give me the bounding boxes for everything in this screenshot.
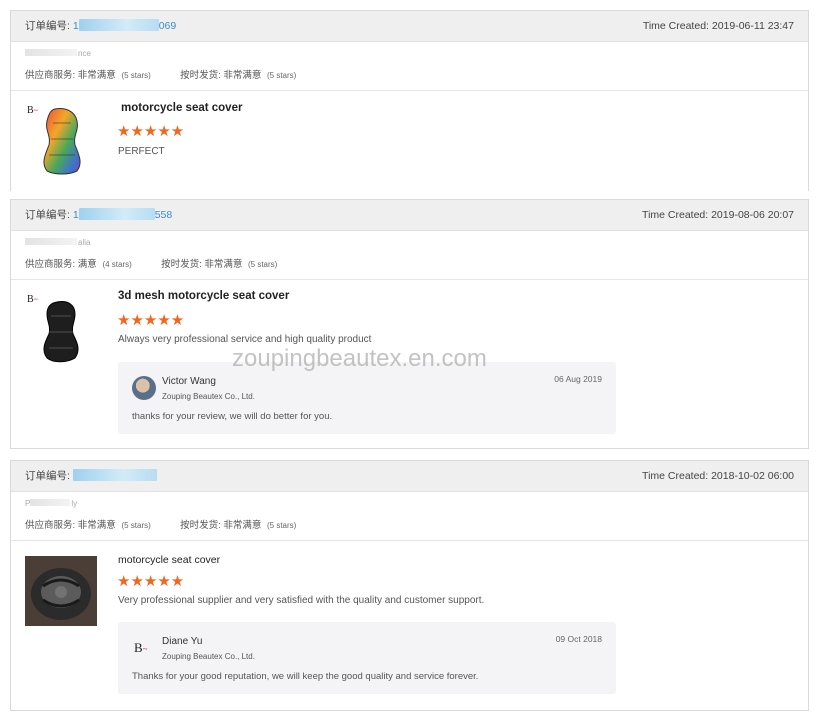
order-header: 订单编号: 1 069 Time Created: 2019-06-11 23:4… — [11, 11, 808, 42]
brand-logo-icon: B~ — [27, 105, 38, 116]
review-text: Very professional supplier and very sati… — [118, 595, 485, 606]
product-thumbnail[interactable] — [25, 556, 97, 626]
reply-company: Zouping Beautex Co., Ltd. — [162, 392, 255, 401]
order-number: 订单编号: 1 069 — [25, 19, 177, 32]
review-card: 订单编号: 1 069 Time Created: 2019-06-11 23:4… — [10, 10, 809, 191]
redacted-blur — [78, 208, 155, 220]
star-rating: ★★★★★ — [117, 312, 185, 329]
seat-cover-photo — [25, 556, 97, 626]
review-card: 订单编号: 1 558 Time Created: 2019-08-06 20:0… — [10, 199, 809, 449]
product-title[interactable]: motorcycle seat cover — [118, 554, 220, 566]
brand-logo-icon: B~ — [27, 294, 38, 305]
redacted-blur — [78, 19, 159, 31]
supplier-reply: Victor Wang Zouping Beautex Co., Ltd. 06… — [118, 362, 616, 434]
reply-text: Thanks for your good reputation, we will… — [132, 671, 479, 682]
reply-author: Diane Yu — [162, 636, 203, 647]
order-header: 订单编号: 1 558 Time Created: 2019-08-06 20:0… — [11, 200, 808, 231]
buyer-country: alia — [25, 238, 90, 247]
reply-date: 09 Oct 2018 — [555, 634, 602, 644]
time-created: Time Created: 2018-10-02 06:00 — [642, 470, 794, 482]
product-thumbnail[interactable]: B~ — [25, 292, 97, 366]
order-header: 订单编号: Time Created: 2018-10-02 06:00 — [11, 461, 808, 492]
redacted-blur — [25, 49, 77, 56]
order-id-link[interactable] — [72, 469, 157, 482]
review-card: 订单编号: Time Created: 2018-10-02 06:00 Ply… — [10, 460, 809, 711]
supplier-ratings: 供应商服务: 非常满意 (5 stars) 按时发货: 非常满意 (5 star… — [25, 70, 297, 81]
review-text: PERFECT — [118, 146, 165, 157]
supplier-ratings: 供应商服务: 满意 (4 stars) 按时发货: 非常满意 (5 stars) — [25, 259, 278, 270]
reply-date: 06 Aug 2019 — [554, 374, 602, 384]
time-created: Time Created: 2019-06-11 23:47 — [642, 20, 794, 32]
product-thumbnail[interactable]: B~ — [25, 103, 97, 177]
time-created: Time Created: 2019-08-06 20:07 — [642, 209, 794, 221]
order-number: 订单编号: 1 558 — [25, 208, 173, 221]
review-text: Always very professional service and hig… — [118, 334, 372, 345]
avatar — [132, 376, 156, 400]
product-title[interactable]: 3d mesh motorcycle seat cover — [118, 290, 289, 302]
redacted-blur — [30, 499, 71, 506]
redacted-blur — [25, 238, 77, 245]
buyer-country: Ply — [25, 499, 78, 508]
order-id-link[interactable]: 1 069 — [73, 19, 176, 32]
star-rating: ★★★★★ — [117, 123, 185, 140]
company-logo-icon: B~ — [134, 640, 148, 655]
product-title[interactable]: motorcycle seat cover — [121, 102, 242, 114]
reply-text: thanks for your review, we will do bette… — [132, 411, 333, 422]
reply-company: Zouping Beautex Co., Ltd. — [162, 652, 255, 661]
star-rating: ★★★★★ — [117, 573, 185, 590]
supplier-reply: B~ Diane Yu Zouping Beautex Co., Ltd. 09… — [118, 622, 616, 694]
reply-author: Victor Wang — [162, 376, 216, 387]
supplier-ratings: 供应商服务: 非常满意 (5 stars) 按时发货: 非常满意 (5 star… — [25, 520, 297, 531]
order-number: 订单编号: — [25, 461, 157, 491]
buyer-country: nce — [25, 49, 91, 58]
order-id-link[interactable]: 1 558 — [73, 208, 172, 221]
redacted-blur — [72, 469, 157, 481]
